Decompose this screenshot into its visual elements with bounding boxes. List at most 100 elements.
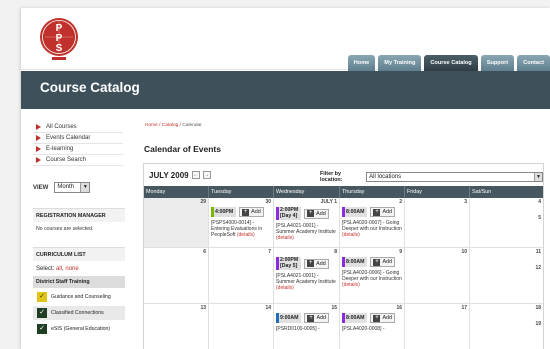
next-month-icon[interactable]: → bbox=[202, 171, 211, 179]
checkbox-checked-icon[interactable]: ✓ bbox=[37, 308, 47, 318]
breadcrumb-home-link[interactable]: Home bbox=[145, 123, 158, 128]
weekday-tuesday: Tuesday bbox=[209, 186, 274, 198]
select-none-link[interactable]: none bbox=[65, 266, 78, 272]
browser-page: P P S Home My Training Course Catalog Su… bbox=[21, 8, 550, 349]
day-number: 29 bbox=[200, 199, 206, 205]
calendar-day-cell[interactable]: 15 9:00AM + Add [PSRD0100-0005] - bbox=[274, 304, 340, 349]
sidebar-item-e-learning[interactable]: E-learning bbox=[33, 144, 123, 155]
day-number: 17 bbox=[461, 305, 467, 311]
event-details-link[interactable]: (details) bbox=[276, 235, 294, 241]
sidebar-item-label: Events Calendar bbox=[46, 134, 91, 141]
prev-month-icon[interactable]: ← bbox=[191, 171, 200, 179]
calendar-day-cell[interactable]: 11 12 bbox=[470, 248, 543, 304]
event-color-marker bbox=[342, 207, 345, 217]
day-number: 6 bbox=[203, 249, 206, 255]
calendar-day-cell[interactable]: 2 8:00AM + Add [PSLA4020-0007] - Going De… bbox=[340, 198, 405, 248]
nav-tab-home[interactable]: Home bbox=[347, 55, 376, 71]
calendar-day-cell[interactable]: 13 bbox=[144, 304, 209, 349]
calendar-day-cell[interactable]: 18 19 bbox=[470, 304, 543, 349]
calendar-day-cell[interactable]: 4 5 bbox=[470, 198, 543, 248]
calendar-day-cell[interactable]: 3 bbox=[405, 198, 470, 248]
sidebar-menu: All Courses Events Calendar E-learning C… bbox=[33, 122, 123, 166]
event-title: [PSRD0100-0005] - bbox=[276, 326, 320, 332]
calendar-day-cell[interactable]: 10 bbox=[405, 248, 470, 304]
sidebar-item-course-search[interactable]: Course Search bbox=[33, 155, 123, 166]
calendar-event: 2:00PM [Day 5] + Add [PSLA4021-0001] - Sum… bbox=[276, 257, 337, 291]
calendar-day-cell[interactable]: 8 2:00PM [Day 5] + Add [PSLA4021-0001] - S… bbox=[274, 248, 340, 304]
add-event-button[interactable]: + Add bbox=[239, 207, 264, 217]
pps-logo-icon[interactable]: P P S bbox=[37, 13, 81, 65]
registration-status-text: No courses are selected. bbox=[36, 226, 94, 232]
filter-label: Filter by location: bbox=[320, 171, 343, 183]
event-color-marker bbox=[276, 257, 279, 270]
page-title: Course Catalog bbox=[40, 80, 140, 95]
add-event-button[interactable]: + Add bbox=[304, 258, 329, 269]
event-time: 8:00AM bbox=[342, 257, 368, 267]
weekday-wednesday: Wednesday bbox=[274, 186, 340, 198]
day-number: 15 bbox=[331, 305, 337, 311]
logo-letter-3: S bbox=[56, 43, 63, 54]
event-description: [PSLA4021-0001] - Summer Academy Institu… bbox=[276, 223, 337, 241]
main-content: Home / Catalog / Calendar Calendar of Ev… bbox=[129, 110, 550, 349]
event-details-link[interactable]: (details) bbox=[342, 282, 360, 288]
plus-icon: + bbox=[307, 260, 315, 267]
event-details-link[interactable]: (details) bbox=[237, 232, 255, 238]
plus-icon: + bbox=[373, 208, 381, 216]
nav-tab-contact[interactable]: Contact bbox=[517, 55, 550, 71]
add-event-button[interactable]: + Add bbox=[304, 313, 330, 323]
day-number: 10 bbox=[461, 249, 467, 255]
add-event-button[interactable]: + Add bbox=[370, 257, 396, 267]
calendar-day-cell[interactable]: 30 4:00PM + Add [PSPS4000-0014] - Enterin… bbox=[209, 198, 274, 248]
select-label: Select: bbox=[36, 266, 55, 272]
calendar-day-cell[interactable]: 29 bbox=[144, 198, 209, 248]
calendar-day-cell[interactable]: 6 bbox=[144, 248, 209, 304]
nav-tab-support[interactable]: Support bbox=[480, 55, 515, 71]
event-description: [PSRD0100-0005] - bbox=[276, 326, 337, 332]
event-title: [PSLA4020-0008] - bbox=[342, 326, 385, 332]
plus-icon: + bbox=[373, 314, 381, 322]
day-number: 9 bbox=[399, 249, 402, 255]
calendar-day-cell[interactable]: JULY 1 2:00PM [Day 4] + Add [PSLA4021-0001… bbox=[274, 198, 340, 248]
curriculum-item[interactable]: ✓ Classified Connections bbox=[33, 306, 125, 320]
site-banner: P P S Home My Training Course Catalog Su… bbox=[21, 8, 550, 71]
event-day-label: [Day 4] bbox=[280, 212, 298, 219]
nav-tab-course-catalog[interactable]: Course Catalog bbox=[424, 55, 478, 71]
event-details-link[interactable]: (details) bbox=[342, 232, 360, 238]
checkbox-checked-icon[interactable]: ✓ bbox=[37, 292, 47, 302]
calendar-day-cell[interactable]: 7 bbox=[209, 248, 274, 304]
event-color-marker bbox=[276, 207, 279, 220]
weekday-thursday: Thursday bbox=[340, 186, 405, 198]
calendar-day-cell[interactable]: 14 bbox=[209, 304, 274, 349]
event-color-marker bbox=[342, 257, 345, 267]
arrow-right-icon bbox=[36, 135, 41, 141]
day-number: 8 bbox=[334, 249, 337, 255]
sidebar-item-events-calendar[interactable]: Events Calendar bbox=[33, 133, 123, 144]
event-details-link[interactable]: (details) bbox=[276, 285, 294, 291]
event-time: 8:00AM bbox=[342, 313, 368, 323]
day-number: 4 bbox=[538, 199, 541, 205]
sidebar-item-label: E-learning bbox=[46, 145, 74, 152]
location-select[interactable]: All locations ▼ bbox=[366, 172, 543, 182]
curriculum-item[interactable]: ✓ eSIS (General Education) bbox=[33, 322, 125, 336]
nav-tab-my-training[interactable]: My Training bbox=[378, 55, 422, 71]
curriculum-item[interactable]: ✓ Guidance and Counseling bbox=[33, 290, 125, 304]
day-number: 12 bbox=[535, 265, 541, 271]
calendar-day-cell[interactable]: 16 8:00AM + Add [PSLA4020-0008] - bbox=[340, 304, 405, 349]
add-label: Add bbox=[382, 259, 393, 265]
calendar-week: 13 14 15 9:00AM + Add [PSRD0100-0005] - 1… bbox=[144, 304, 543, 349]
calendar-event: 8:00AM + Add [PSLA4020-0008] - bbox=[342, 313, 402, 332]
add-event-button[interactable]: + Add bbox=[304, 208, 329, 219]
add-event-button[interactable]: + Add bbox=[370, 313, 396, 323]
breadcrumb-catalog-link[interactable]: Catalog bbox=[162, 123, 179, 128]
add-event-button[interactable]: + Add bbox=[370, 207, 396, 217]
add-label: Add bbox=[316, 210, 326, 217]
calendar-day-cell[interactable]: 17 bbox=[405, 304, 470, 349]
calendar-day-cell[interactable]: 9 8:00AM + Add [PSLA4020-0006] - Going De… bbox=[340, 248, 405, 304]
sidebar-item-all-courses[interactable]: All Courses bbox=[33, 122, 123, 133]
event-time: 8:00AM bbox=[342, 207, 368, 217]
add-label: Add bbox=[316, 260, 326, 267]
checkbox-checked-icon[interactable]: ✓ bbox=[37, 324, 47, 334]
day-number: JULY 1 bbox=[320, 199, 337, 205]
day-number: 18 bbox=[535, 305, 541, 311]
view-select[interactable]: Month ▼ bbox=[54, 182, 91, 193]
